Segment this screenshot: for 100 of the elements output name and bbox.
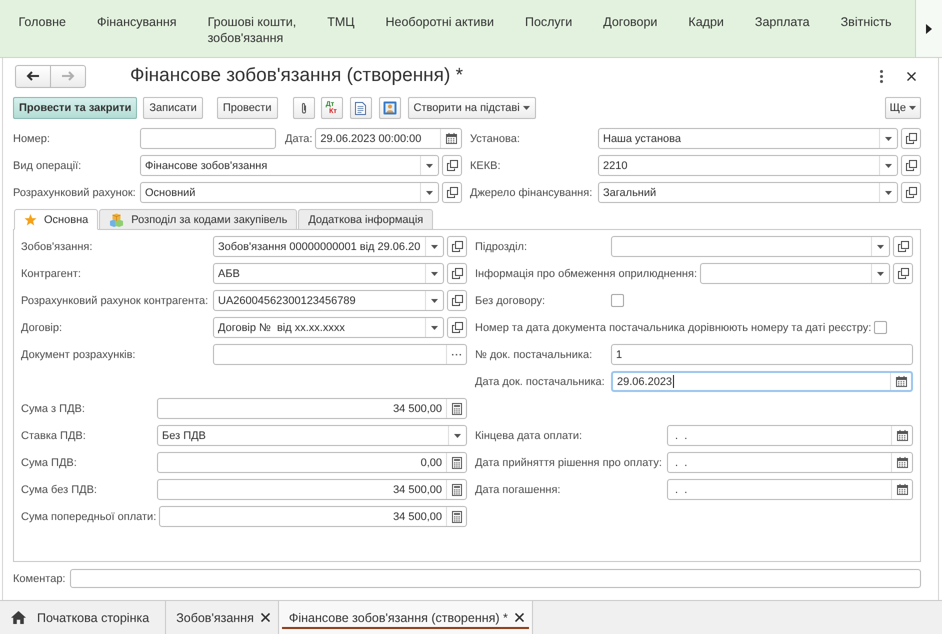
close-icon[interactable] [260,613,270,622]
field-label: Ставка ПДВ: [21,430,86,442]
menu-item[interactable]: Договори [588,14,673,30]
open-button[interactable] [447,317,467,338]
select-field[interactable] [700,263,890,284]
post-button[interactable]: Провести [216,97,278,119]
calculator-icon [452,456,462,468]
kebab-menu-icon[interactable] [880,70,883,82]
checkbox[interactable] [874,321,888,334]
close-icon[interactable] [514,613,524,622]
copy-icon [898,268,908,279]
open-tab[interactable]: Початкова сторінка [0,601,166,634]
home-icon [11,611,26,624]
number-field[interactable]: 0,00 [157,452,467,473]
select-field[interactable]: Наша установа [598,128,898,149]
menu-item[interactable]: Необоротні активи [370,14,510,30]
tab[interactable]: Розподіл за кодами закупівель [99,209,298,230]
number-field[interactable]: 34 500,00 [157,398,467,419]
select-field[interactable]: 2210 [598,155,898,176]
select-field[interactable]: Фінансове зобов'язання [140,155,439,176]
document-button[interactable] [350,97,372,119]
date-field[interactable]: . . [667,479,913,500]
open-button[interactable] [893,236,913,257]
caret-icon [431,244,438,248]
field-label: Сума ПДВ: [21,456,77,468]
select-field[interactable]: Загальний [598,182,898,203]
copy-icon [452,241,462,252]
save-button[interactable]: Записати [143,97,203,119]
open-button[interactable] [447,263,467,284]
select-field[interactable]: UA26004562300123456789 [213,290,444,311]
field-label: Дата док. постачальника: [475,376,605,388]
close-icon[interactable] [907,72,916,80]
date-field[interactable]: 29.06.2023 00:00:00 [315,128,462,149]
tab[interactable]: Основна [14,209,98,230]
calendar-icon [896,430,908,441]
menu-item[interactable]: ТМЦ [312,14,370,30]
field-label: Контрагент: [21,268,81,280]
select-field[interactable]: Основний [140,182,439,203]
open-button[interactable] [901,155,921,176]
create-based-on-button[interactable]: Створити на підставі [408,97,536,119]
text-field[interactable] [140,128,276,149]
date-field[interactable]: . . [667,425,913,446]
paperclip-icon [300,102,306,114]
text-field[interactable]: 1 [611,344,913,365]
person-card-button[interactable] [378,97,400,119]
star-icon [24,214,37,226]
menu-item[interactable]: Головне [3,14,82,30]
open-button[interactable] [442,155,462,176]
picker-field[interactable] [213,344,467,365]
caret-icon [885,164,892,168]
calculator-icon [452,402,462,414]
field-label: Сума з ПДВ: [21,402,85,414]
caret-icon [877,244,884,248]
open-tab[interactable]: Фінансове зобов'язання (створення) * [278,601,533,634]
date-field[interactable]: 29.06.2023 [611,371,913,392]
field-label: Джерело фінансування: [470,186,592,198]
tab[interactable]: Додаткова інформація [298,209,434,230]
number-field[interactable]: 34 500,00 [157,479,467,500]
field-label: Установа: [470,132,520,144]
select-field[interactable]: Зобов'язання 00000000001 від 29.06.20 [213,236,444,257]
triangle-right-icon [926,24,932,34]
open-button[interactable] [893,263,913,284]
menu-item[interactable]: Звітність [825,14,907,30]
post-and-close-button[interactable]: Провести та закрити [13,97,138,119]
menu-item[interactable]: Грошові кошти, зобов'язання [192,14,312,46]
attach-button[interactable] [292,97,314,119]
checkbox[interactable] [611,294,624,307]
text-cursor [673,375,674,388]
more-button[interactable]: Ще [884,97,921,119]
window-title: Фінансове зобов'язання (створення) * [130,65,463,87]
open-button[interactable] [447,290,467,311]
copy-icon [898,241,908,252]
arrow-right-icon [61,71,75,81]
menu-item[interactable]: Фінансування [82,14,192,30]
field-label: Сума попередньої оплати: [21,510,156,522]
dropdown-field[interactable]: Без ПДВ [157,425,467,446]
select-field[interactable]: Договір № від xx.xx.xxxx [213,317,444,338]
menu-item[interactable]: Послуги [509,14,588,30]
caret-icon [454,434,461,438]
comment-field[interactable] [70,569,921,588]
date-field[interactable]: . . [667,452,913,473]
back-button[interactable] [15,64,51,88]
field-label: Дата прийняття рішення про оплату: [475,456,662,468]
number-field[interactable]: 34 500,00 [159,506,467,527]
calculator-icon [452,510,462,522]
caret-icon [426,164,433,168]
open-button[interactable] [447,236,467,257]
select-field[interactable]: АБВ [213,263,444,284]
menu-item[interactable]: Кадри [672,14,740,30]
select-field[interactable] [611,236,890,257]
copy-icon [446,160,458,171]
menu-item[interactable]: Зарплата [739,14,826,30]
field-label: Кінцева дата оплати: [475,430,582,442]
caret-icon [885,136,892,140]
caret-icon [885,190,892,194]
calculator-icon [452,484,462,496]
open-button[interactable] [901,182,921,203]
caret-icon [877,272,884,276]
open-button[interactable] [442,182,462,203]
open-button[interactable] [901,128,921,149]
